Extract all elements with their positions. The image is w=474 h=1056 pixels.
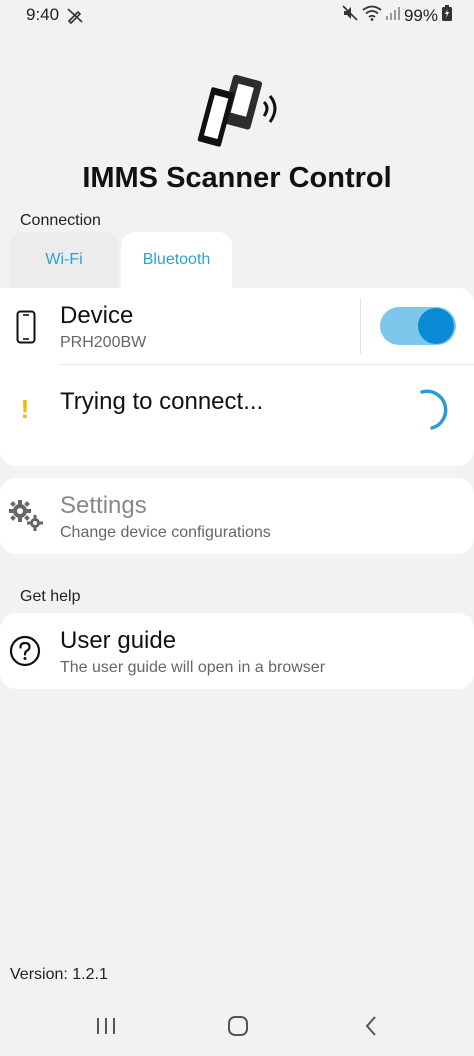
device-title: Device <box>60 302 134 329</box>
scanner-logo-icon <box>190 72 282 152</box>
back-icon[interactable] <box>360 1014 384 1043</box>
app-title: IMMS Scanner Control <box>82 162 392 194</box>
user-guide-card[interactable]: User guide The user guide will open in a… <box>0 613 474 689</box>
signal-icon <box>385 5 400 26</box>
system-nav-bar <box>0 1000 474 1056</box>
wifi-icon <box>362 5 382 26</box>
mute-icon <box>342 5 358 26</box>
battery-percent: 99% <box>403 5 438 25</box>
device-card: Device PRH200BW ! Trying to connect... <box>0 288 474 466</box>
device-name: PRH200BW <box>60 334 147 351</box>
divider <box>360 298 361 354</box>
battery-icon <box>442 5 452 26</box>
tab-wifi[interactable]: Wi-Fi <box>10 232 118 294</box>
settings-card[interactable]: Settings Change device configurations <box>0 478 474 554</box>
settings-subtitle: Change device configurations <box>60 524 271 541</box>
user-guide-title: User guide <box>60 627 177 654</box>
gears-icon <box>8 498 44 537</box>
help-icon <box>9 635 41 672</box>
home-icon[interactable] <box>226 1014 250 1043</box>
device-row[interactable]: Device PRH200BW <box>0 288 360 364</box>
status-time: 9:40 <box>26 5 60 24</box>
device-toggle[interactable] <box>380 307 456 345</box>
connection-section-label: Connection <box>20 212 101 229</box>
help-section-label: Get help <box>20 588 81 605</box>
toggle-knob <box>418 308 454 344</box>
warning-icon: ! <box>20 394 30 424</box>
app-version: Version: 1.2.1 <box>10 966 108 983</box>
user-guide-subtitle: The user guide will open in a browser <box>60 659 326 676</box>
divider <box>60 364 474 365</box>
tab-bluetooth[interactable]: Bluetooth <box>121 232 232 294</box>
recent-apps-icon[interactable] <box>94 1014 118 1043</box>
phone-icon <box>16 310 36 349</box>
status-bar: 9:40 99% <box>0 0 474 32</box>
loading-spinner-icon <box>412 388 452 437</box>
status-icons: 99% <box>342 5 452 26</box>
edit-off-icon <box>66 6 84 29</box>
settings-title: Settings <box>60 492 147 519</box>
connection-status-text: Trying to connect... <box>60 388 264 415</box>
